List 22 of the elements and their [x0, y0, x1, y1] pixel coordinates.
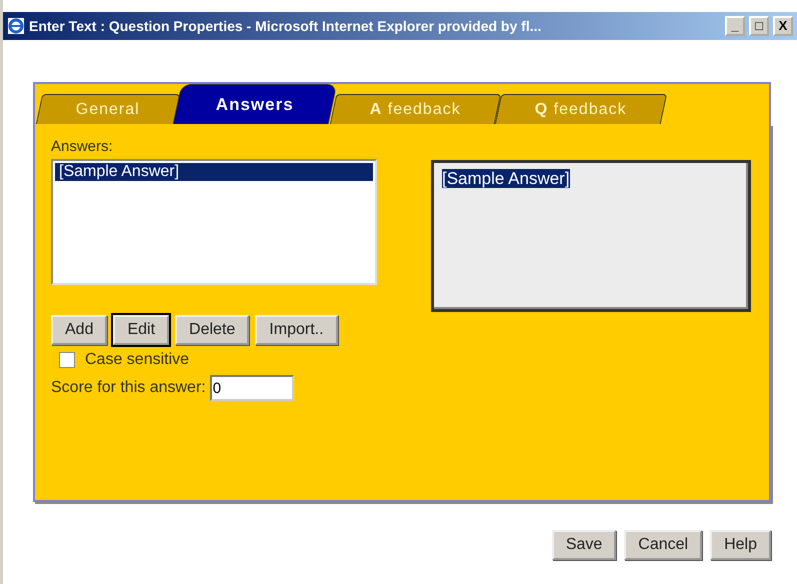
window-title: Enter Text : Question Properties - Microsoft Internet Explorer provided by fl...	[29, 18, 542, 34]
score-label: Score for this answer:	[51, 379, 206, 397]
checkbox[interactable]	[59, 352, 75, 368]
window-control-button[interactable]: _	[725, 16, 745, 36]
dialog-button[interactable]: Help	[710, 530, 771, 560]
action-button[interactable]: Delete	[175, 315, 250, 345]
answers-label: Answers:	[51, 138, 114, 155]
answers-list[interactable]: [Sample Answer]	[51, 159, 377, 285]
window-control-button[interactable]: X	[773, 16, 793, 36]
list-item[interactable]: [Sample Answer]	[55, 163, 373, 181]
dialog-button[interactable]: Cancel	[624, 530, 702, 560]
answer-editor[interactable]: [Sample Answer]	[431, 160, 751, 312]
action-button[interactable]: Add	[51, 315, 108, 345]
tab[interactable]: Answers	[172, 84, 338, 124]
action-button[interactable]: Edit	[113, 315, 170, 345]
browser-icon	[7, 17, 25, 35]
action-button[interactable]: Import..	[255, 315, 338, 345]
score-field[interactable]: 0	[210, 375, 294, 401]
dialog-button[interactable]: Save	[552, 530, 616, 560]
editor-text: [Sample Answer]	[442, 169, 570, 188]
checkbox-label: Case sensitive	[85, 351, 190, 369]
window-control-button[interactable]: □	[749, 16, 769, 36]
